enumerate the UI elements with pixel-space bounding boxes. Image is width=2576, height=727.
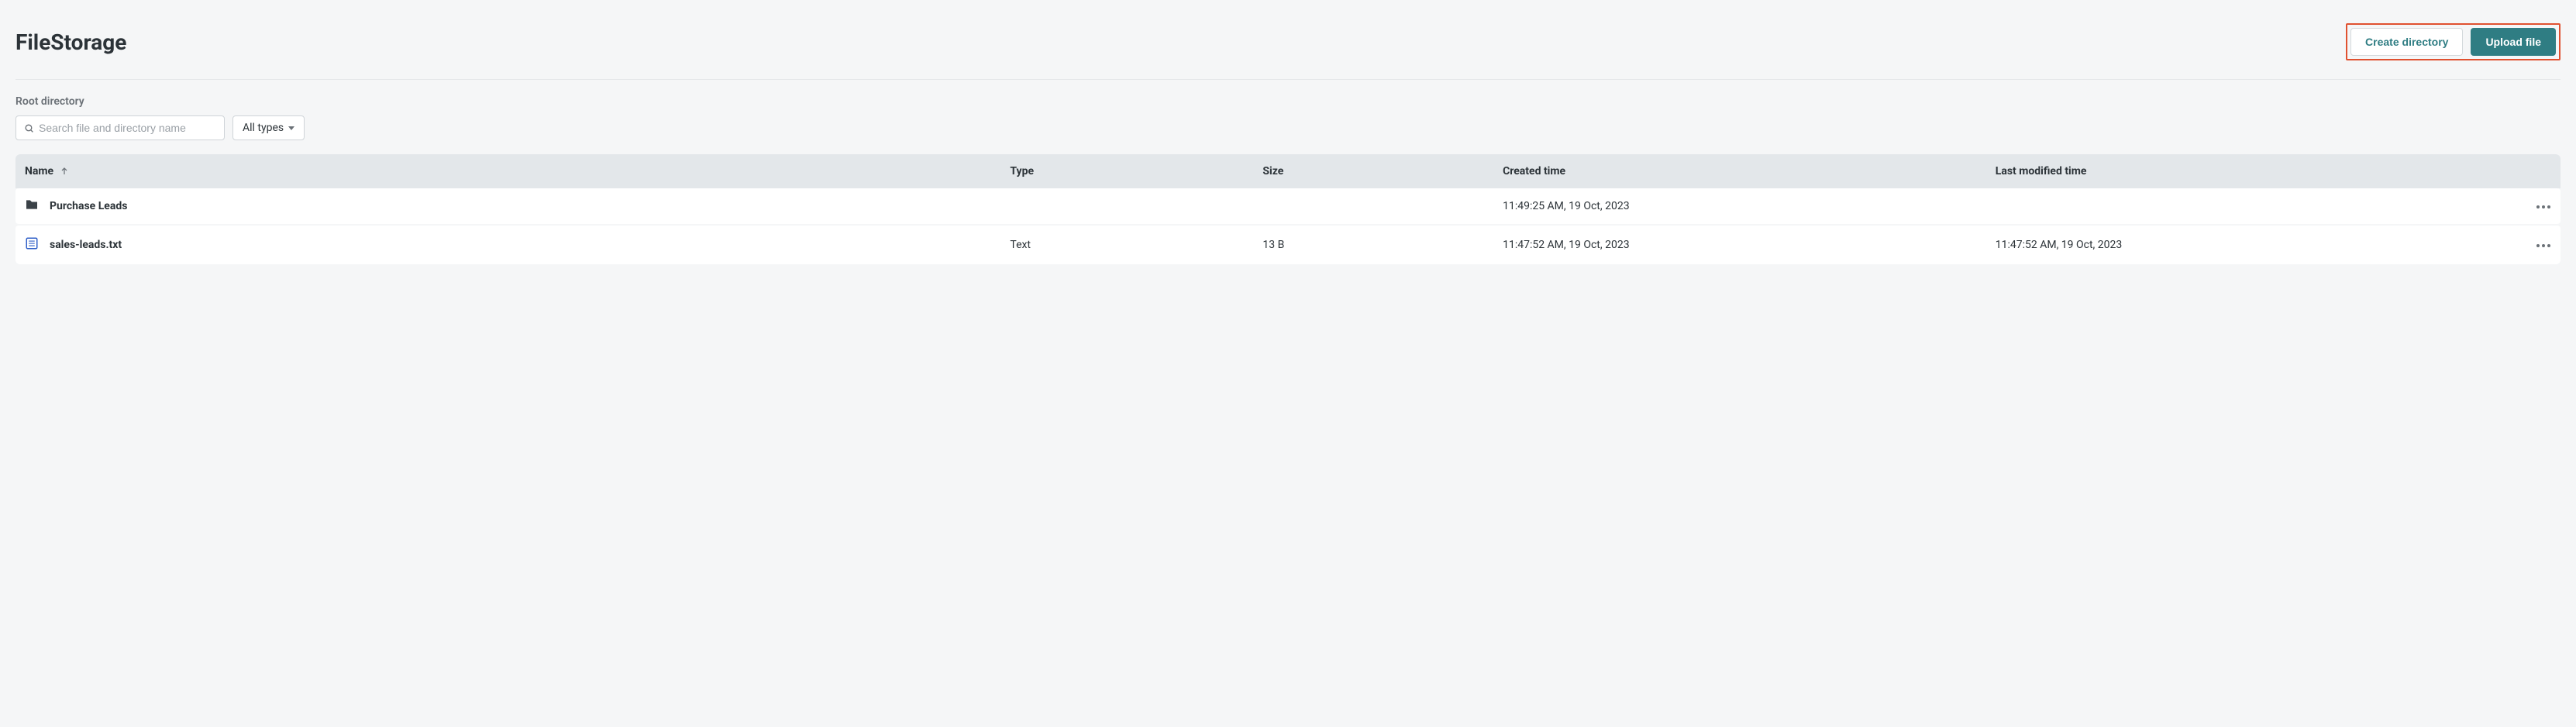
- search-input-wrapper[interactable]: [15, 115, 225, 140]
- column-header-type[interactable]: Type: [1010, 165, 1262, 177]
- table-body: Purchase Leads 11:49:25 AM, 19 Oct, 2023…: [15, 188, 2561, 264]
- table-row[interactable]: sales-leads.txt Text 13 B 11:47:52 AM, 1…: [15, 226, 2561, 264]
- column-header-size[interactable]: Size: [1262, 165, 1503, 177]
- create-directory-button[interactable]: Create directory: [2350, 28, 2463, 56]
- row-name: sales-leads.txt: [50, 239, 122, 251]
- search-icon: [24, 123, 34, 133]
- row-modified: 11:47:52 AM, 19 Oct, 2023: [1996, 239, 2475, 251]
- row-type: Text: [1010, 239, 1262, 251]
- toolbar: All types: [15, 115, 2561, 140]
- page-header: FileStorage Create directory Upload file: [15, 16, 2561, 80]
- page-title: FileStorage: [15, 29, 126, 55]
- table-row[interactable]: Purchase Leads 11:49:25 AM, 19 Oct, 2023: [15, 188, 2561, 224]
- file-table: Name Type Size Created time Last modifie…: [15, 154, 2561, 264]
- file-icon: [25, 236, 39, 253]
- table-header: Name Type Size Created time Last modifie…: [15, 154, 2561, 188]
- type-filter-select[interactable]: All types: [232, 115, 305, 140]
- row-size: 13 B: [1262, 239, 1503, 251]
- sort-ascending-icon: [60, 167, 69, 176]
- row-created: 11:49:25 AM, 19 Oct, 2023: [1503, 200, 1996, 212]
- header-actions-highlight: Create directory Upload file: [2346, 23, 2561, 60]
- column-header-actions: [2475, 165, 2551, 177]
- column-header-name[interactable]: Name: [25, 165, 1010, 177]
- column-header-modified[interactable]: Last modified time: [1996, 165, 2475, 177]
- breadcrumb: Root directory: [15, 95, 2561, 108]
- row-created: 11:47:52 AM, 19 Oct, 2023: [1503, 239, 1996, 251]
- row-name: Purchase Leads: [50, 200, 127, 212]
- column-header-created[interactable]: Created time: [1503, 165, 1996, 177]
- chevron-down-icon: [288, 126, 294, 130]
- type-filter-label: All types: [243, 122, 284, 134]
- more-actions-icon[interactable]: [2536, 239, 2551, 251]
- search-input[interactable]: [39, 122, 216, 134]
- folder-icon: [25, 199, 39, 213]
- column-header-name-label: Name: [25, 165, 53, 177]
- upload-file-button[interactable]: Upload file: [2471, 28, 2556, 56]
- more-actions-icon[interactable]: [2536, 200, 2551, 212]
